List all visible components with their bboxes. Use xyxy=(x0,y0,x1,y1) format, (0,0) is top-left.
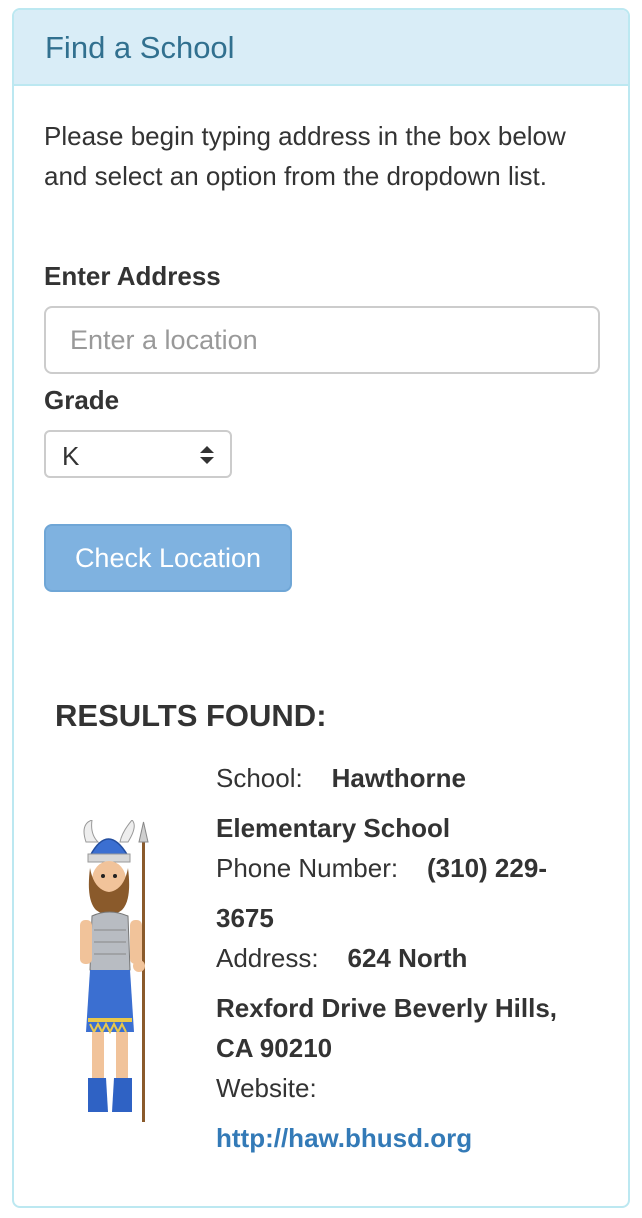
address-city-row: CA 90210 xyxy=(216,1028,332,1068)
phone-label: Phone Number: xyxy=(216,853,399,883)
phone-row: Phone Number: (310) 229- xyxy=(216,848,547,888)
phone-line1: (310) 229- xyxy=(427,853,547,883)
address-input[interactable] xyxy=(44,306,600,374)
viking-mascot-icon xyxy=(80,820,149,1122)
phone-continued-row: 3675 xyxy=(216,898,274,938)
check-location-button[interactable]: Check Location xyxy=(44,524,292,592)
grade-label: Grade xyxy=(44,385,120,415)
website-row: Website: xyxy=(216,1068,317,1108)
results-heading: RESULTS FOUND: xyxy=(55,698,327,733)
address-line2: Rexford Drive Beverly Hills, xyxy=(216,993,558,1023)
website-label: Website: xyxy=(216,1073,317,1103)
address-result-label: Address: xyxy=(216,943,319,973)
grade-select[interactable]: K xyxy=(44,430,232,478)
grade-selected-value: K xyxy=(62,441,80,471)
panel-title: Find a School xyxy=(45,30,235,65)
address-line3: CA 90210 xyxy=(216,1033,333,1063)
address-continued-row: Rexford Drive Beverly Hills, xyxy=(216,988,557,1028)
address-line1: 624 North xyxy=(347,943,468,973)
school-name-line1: Hawthorne xyxy=(331,763,466,793)
school-name-row: Elementary School xyxy=(216,808,450,848)
panel-heading: Find a School xyxy=(14,10,628,86)
address-row: Address: 624 North xyxy=(216,938,467,978)
instructions-text: Please begin typing address in the box b… xyxy=(44,121,566,191)
select-arrows-icon xyxy=(200,446,214,464)
school-row: School: Hawthorne xyxy=(216,758,466,798)
school-label: School: xyxy=(216,763,303,793)
school-name-line2: Elementary School xyxy=(216,813,451,843)
address-label: Enter Address xyxy=(44,261,221,291)
website-link[interactable]: http://haw.bhusd.org xyxy=(216,1118,472,1158)
phone-line2: 3675 xyxy=(216,903,274,933)
